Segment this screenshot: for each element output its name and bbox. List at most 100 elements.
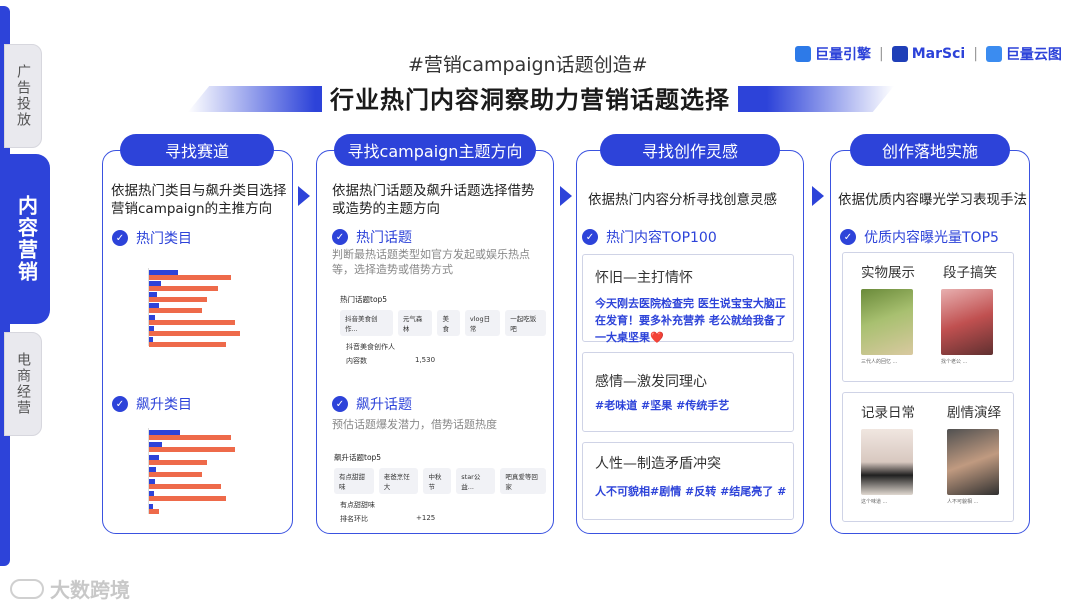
mock-row-value: +125 [416,514,436,522]
mock-row: 排名环比 +125 [340,514,546,524]
watermark-text: 大数跨境 [50,578,130,602]
section-rising-topic: ✓ 飙升话题 [332,394,412,414]
chart-bar-current [149,459,207,465]
topic-tag[interactable]: 中秋节 [423,468,452,494]
check-circle-icon: ✓ [112,230,128,246]
page-title-text: 行业热门内容洞察助力营销话题选择 [322,86,738,114]
topic-tag[interactable]: 吧真爱等回家 [500,468,546,494]
section-note: 预估话题爆发潜力，借势话题热度 [332,418,497,431]
mock-row-key: 排名环比 [340,515,368,523]
chart-bar-current [149,275,231,280]
video-thumbnail[interactable] [861,429,913,495]
check-circle-icon: ✓ [840,229,856,245]
column-creative-inspiration: 寻找创作灵感 依据热门内容分析寻找创意灵感 ✓ 热门内容TOP100 怀旧—主打情… [576,134,804,534]
column-description: 依据热门类目与飙升类目选择营销campaign的主推方向 [111,183,287,217]
topic-tag[interactable]: 美食 [437,310,460,336]
topic-tag[interactable]: 有点甜甜味 [334,468,374,494]
flow-arrow-icon [560,186,574,206]
showcase-label: 实物展示 [861,265,915,281]
column-campaign-direction: 寻找campaign主题方向 依据热门话题及飙升话题选择借势或造势的主题方向 ✓… [316,134,554,534]
chart-bar-current [149,297,207,303]
mock-row-header: 抖音美食创作人 [346,342,546,352]
mock-row-header-text: 有点甜甜味 [340,501,375,509]
topic-tag[interactable]: 一起吃饭吧 [505,310,546,336]
chart-bar-current [149,330,241,336]
mock-row-header: 有点甜甜味 [340,500,546,510]
video-thumbnail[interactable] [941,289,993,355]
watermark: 大数跨境 [10,574,130,603]
logo-separator: | [879,46,884,62]
check-circle-icon: ✓ [582,229,598,245]
flow-arrow-icon [812,186,826,206]
showcase-card-bottom: 记录日常 剧情演绎 这个味道 ... 人不可貌相 ... [842,392,1014,522]
chart-bar-current [149,508,159,514]
video-caption: 这个味道 ... [861,499,888,505]
topic-tags: 抖音美食创作... 元气森林 美食 vlog日常 一起吃饭吧 [340,310,546,336]
section-top-exposure: ✓ 优质内容曝光量TOP5 [840,227,999,247]
watermark-logo-icon [10,578,44,599]
hashtag-title: #营销campaign话题创造# [408,54,648,76]
section-label: 热门话题 [356,230,412,246]
column-creation-implementation: 创作落地实施 依据优质内容曝光学习表现手法 ✓ 优质内容曝光量TOP5 实物展示 … [830,134,1030,534]
mock-row-header-text: 抖音美食创作人 [346,343,395,351]
section-hot-category: ✓ 热门类目 [112,228,192,248]
video-caption: 找个老公 ... [941,359,968,365]
chart-bar-current [149,308,202,314]
topic-tag[interactable]: 元气森林 [397,310,433,336]
chart-bar-current [149,435,231,440]
showcase-label: 段子搞笑 [943,265,997,281]
chart-bar-current [149,341,226,347]
juliang-engine-logo-icon [795,46,811,62]
chart-bar-current [149,447,236,453]
check-circle-icon: ✓ [112,396,128,412]
mock-title: 飙升话题top5 [334,453,382,462]
topic-tag[interactable]: star公益... [456,468,496,494]
logo-juliang-engine: 巨量引擎 [795,44,871,64]
check-circle-icon: ✓ [332,396,348,412]
column-pill: 寻找campaign主题方向 [334,134,536,166]
logo-marsci: MarSci [891,46,966,62]
side-nav: 广告投放 内容营销 电商经营 [0,0,50,607]
column-pill: 寻找创作灵感 [600,134,780,166]
insight-card-emotion: 感情—激发同理心 #老味道 #坚果 #传统手艺 [582,352,794,432]
chart-bar-current [149,484,221,490]
logo-marsci-text: MarSci [911,46,966,62]
flow-arrow-icon [298,186,312,206]
section-hot-content: ✓ 热门内容TOP100 [582,227,717,247]
insight-card-title: 人性—制造矛盾冲突 [595,456,721,472]
showcase-card-top: 实物展示 段子搞笑 三代人的回忆 ... 找个老公 ... [842,252,1014,382]
logo-juliang-cloud: 巨量云图 [985,44,1062,64]
logo-juliang-engine-text: 巨量引擎 [815,47,871,63]
insight-card-title: 感情—激发同理心 [595,374,707,390]
mock-title: 热门话题top5 [340,295,388,304]
topic-tag[interactable]: vlog日常 [464,310,501,336]
section-note: 判断最热话题类型如官方发起或娱乐热点等，选择造势或借势方式 [332,248,530,276]
insight-card-humanity: 人性—制造矛盾冲突 人不可貌相#剧情 #反转 #结尾亮了 # [582,442,794,520]
topic-tag[interactable]: 抖音美食创作... [340,310,393,336]
side-nav-item-ads[interactable]: 广告投放 [4,44,42,148]
rising-topic-mock-table: 飙升话题top5 有点甜甜味 老爸烹饪大 中秋节 star公益... 吧真爱等回… [334,452,546,524]
rising-category-bar-chart [148,428,244,514]
page-title: 行业热门内容洞察助力营销话题选择 [250,80,810,115]
logo-juliang-cloud-text: 巨量云图 [1005,47,1062,63]
video-thumbnail[interactable] [947,429,999,495]
juliang-cloud-logo-icon [985,46,1002,62]
insight-card-nostalgia: 怀旧—主打情怀 今天刚去医院检查完 医生说宝宝大脑正在发育！要多补充营养 老公就… [582,254,794,344]
insight-card-body: 今天刚去医院检查完 医生说宝宝大脑正在发育！要多补充营养 老公就给我备了一大桌坚… [595,297,786,344]
video-thumbnail[interactable] [861,289,913,355]
section-hot-topic: ✓ 热门话题 [332,227,412,247]
section-label: 热门内容TOP100 [606,230,717,246]
insight-card-body: 人不可貌相#剧情 #反转 #结尾亮了 # [595,485,787,498]
slide: 广告投放 内容营销 电商经营 #营销campaign话题创造# 行业热门内容洞察… [0,0,1080,607]
mock-row-key: 内容数 [346,357,367,365]
topic-tag[interactable]: 老爸烹饪大 [378,468,419,494]
logo-group: 巨量引擎 | MarSci | 巨量云图 [795,44,1062,64]
side-nav-item-ecommerce[interactable]: 电商经营 [4,332,42,436]
insight-card-body: #老味道 #坚果 #传统手艺 [595,399,730,412]
insight-card-title: 怀旧—主打情怀 [595,270,693,286]
column-description: 依据优质内容曝光学习表现手法 [838,192,1027,208]
video-caption: 人不可貌相 ... [947,499,979,505]
chart-bar-current [149,286,219,292]
column-description: 依据热门话题及飙升话题选择借势或造势的主题方向 [332,183,535,217]
side-nav-item-content-marketing[interactable]: 内容营销 [4,154,50,324]
